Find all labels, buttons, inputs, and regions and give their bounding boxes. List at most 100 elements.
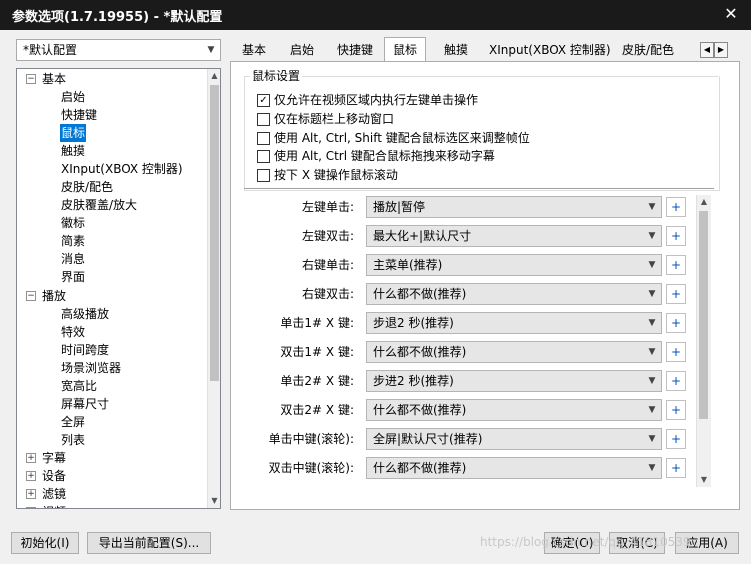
checkbox[interactable]	[257, 132, 270, 145]
init-button[interactable]: 初始化(I)	[11, 532, 79, 554]
add-button[interactable]: +	[666, 255, 686, 275]
tree-node[interactable]: 特效	[61, 323, 85, 341]
mouse-action-value: 什么都不做(推荐)	[373, 461, 467, 475]
tree-node[interactable]: 启始	[61, 88, 85, 106]
tree-node[interactable]: 列表	[61, 431, 85, 449]
scroll-up-icon[interactable]: ▲	[697, 195, 711, 209]
tree-node[interactable]: 触摸	[61, 142, 85, 160]
tree-node-selected[interactable]: 鼠标	[60, 124, 87, 142]
mouse-action-row: 双击中键(滚轮): 什么都不做(推荐) ▼ +	[250, 457, 690, 479]
add-button[interactable]: +	[666, 313, 686, 333]
tree-node[interactable]: 屏幕尺寸	[61, 395, 109, 413]
checkbox[interactable]: ✓	[257, 94, 270, 107]
expand-icon[interactable]: +	[26, 453, 36, 463]
tab-xinput[interactable]: XInput(XBOX 控制器)	[485, 40, 615, 60]
tree-node-devices[interactable]: 设备	[42, 467, 66, 485]
tree-node[interactable]: XInput(XBOX 控制器)	[61, 160, 183, 178]
mouse-action-label: 右键单击:	[301, 258, 354, 272]
mouse-action-select[interactable]: 什么都不做(推荐) ▼	[366, 457, 662, 479]
scroll-down-icon[interactable]: ▼	[208, 494, 220, 508]
cancel-button[interactable]: 取消(C)	[609, 532, 665, 554]
mouse-action-label: 单击中键(滚轮):	[268, 432, 354, 446]
export-config-button[interactable]: 导出当前配置(S)...	[87, 532, 211, 554]
tree-node-basic[interactable]: 基本	[42, 70, 66, 88]
mouse-action-select[interactable]: 什么都不做(推荐) ▼	[366, 399, 662, 421]
tree-node[interactable]: 徽标	[61, 214, 85, 232]
profile-select-value: *默认配置	[23, 43, 78, 57]
mouse-action-select[interactable]: 播放|暂停 ▼	[366, 196, 662, 218]
scroll-up-icon[interactable]: ▲	[208, 69, 220, 83]
chevron-down-icon: ▼	[648, 434, 656, 444]
ok-button[interactable]: 确定(O)	[544, 532, 600, 554]
tree-node[interactable]: 皮肤/配色	[61, 178, 113, 196]
tree-node[interactable]: 场景浏览器	[61, 359, 121, 377]
tree-node-subtitles[interactable]: 字幕	[42, 449, 66, 467]
tab-mouse[interactable]: 鼠标	[384, 37, 427, 61]
tab-hotkeys[interactable]: 快捷键	[333, 40, 377, 60]
scroll-thumb[interactable]	[699, 211, 708, 419]
add-button[interactable]: +	[666, 400, 686, 420]
expand-icon[interactable]: +	[26, 507, 36, 508]
tree-node[interactable]: 消息	[61, 250, 85, 268]
collapse-icon[interactable]: −	[26, 74, 36, 84]
add-button[interactable]: +	[666, 371, 686, 391]
profile-select[interactable]: *默认配置 ▼	[16, 39, 221, 61]
apply-button[interactable]: 应用(A)	[675, 532, 739, 554]
mouse-action-row: 左键单击: 播放|暂停 ▼ +	[250, 196, 690, 218]
mouse-action-row: 单击2# X 键: 步进2 秒(推荐) ▼ +	[250, 370, 690, 392]
tree-node[interactable]: 高级播放	[61, 305, 109, 323]
tree-node[interactable]: 全屏	[61, 413, 85, 431]
mouse-action-label: 双击中键(滚轮):	[268, 461, 354, 475]
checkbox[interactable]	[257, 150, 270, 163]
options-tree: − 基本 启始 快捷键 鼠标 触摸 XInput(XBOX 控制器) 皮肤/配色…	[16, 68, 221, 509]
mouse-action-select[interactable]: 最大化+|默认尺寸 ▼	[366, 225, 662, 247]
scroll-thumb[interactable]	[210, 85, 219, 381]
tab-startup[interactable]: 启始	[286, 40, 318, 60]
scroll-down-icon[interactable]: ▼	[697, 473, 711, 487]
expand-icon[interactable]: +	[26, 471, 36, 481]
mouse-action-label: 双击2# X 键:	[280, 403, 354, 417]
mouse-actions-scrollbar[interactable]: ▲ ▼	[696, 195, 711, 487]
tree-node[interactable]: 时间跨度	[61, 341, 109, 359]
checkbox[interactable]	[257, 113, 270, 126]
close-icon[interactable]: ✕	[711, 0, 751, 30]
tree-node-video[interactable]: 视频	[42, 503, 66, 508]
mouse-action-select[interactable]: 什么都不做(推荐) ▼	[366, 283, 662, 305]
tab-touch[interactable]: 触摸	[440, 40, 472, 60]
tree-node-filters[interactable]: 滤镜	[42, 485, 66, 503]
tree-node-play[interactable]: 播放	[42, 287, 66, 305]
chevron-down-icon: ▼	[648, 347, 656, 357]
mouse-action-row: 单击1# X 键: 步退2 秒(推荐) ▼ +	[250, 312, 690, 334]
collapse-icon[interactable]: −	[26, 291, 36, 301]
expand-icon[interactable]: +	[26, 489, 36, 499]
tree-node[interactable]: 宽高比	[61, 377, 97, 395]
mouse-action-select[interactable]: 主菜单(推荐) ▼	[366, 254, 662, 276]
tree-scrollbar[interactable]: ▲ ▼	[207, 69, 220, 508]
mouse-action-select[interactable]: 什么都不做(推荐) ▼	[366, 341, 662, 363]
mouse-action-value: 步进2 秒(推荐)	[373, 374, 454, 388]
add-button[interactable]: +	[666, 429, 686, 449]
mouse-action-select[interactable]: 全屏|默认尺寸(推荐) ▼	[366, 428, 662, 450]
chevron-down-icon: ▼	[648, 376, 656, 386]
chevron-down-icon: ▼	[207, 45, 215, 55]
mouse-action-select[interactable]: 步退2 秒(推荐) ▼	[366, 312, 662, 334]
add-button[interactable]: +	[666, 284, 686, 304]
add-button[interactable]: +	[666, 342, 686, 362]
mouse-action-row: 右键双击: 什么都不做(推荐) ▼ +	[250, 283, 690, 305]
add-button[interactable]: +	[666, 226, 686, 246]
tab-scroll-right-icon[interactable]: ▶	[714, 42, 728, 58]
group-title: 鼠标设置	[250, 67, 303, 84]
tab-skin[interactable]: 皮肤/配色	[618, 40, 678, 60]
mouse-action-select[interactable]: 步进2 秒(推荐) ▼	[366, 370, 662, 392]
tab-basic[interactable]: 基本	[238, 40, 270, 60]
tab-scroll-left-icon[interactable]: ◀	[700, 42, 714, 58]
tree-node[interactable]: 界面	[61, 268, 85, 286]
add-button[interactable]: +	[666, 458, 686, 478]
tree-node[interactable]: 快捷键	[61, 106, 97, 124]
add-button[interactable]: +	[666, 197, 686, 217]
tree-node[interactable]: 简素	[61, 232, 85, 250]
checkbox[interactable]	[257, 169, 270, 182]
mouse-action-value: 最大化+|默认尺寸	[373, 229, 472, 243]
tree-node[interactable]: 皮肤覆盖/放大	[61, 196, 137, 214]
divider	[244, 188, 714, 189]
